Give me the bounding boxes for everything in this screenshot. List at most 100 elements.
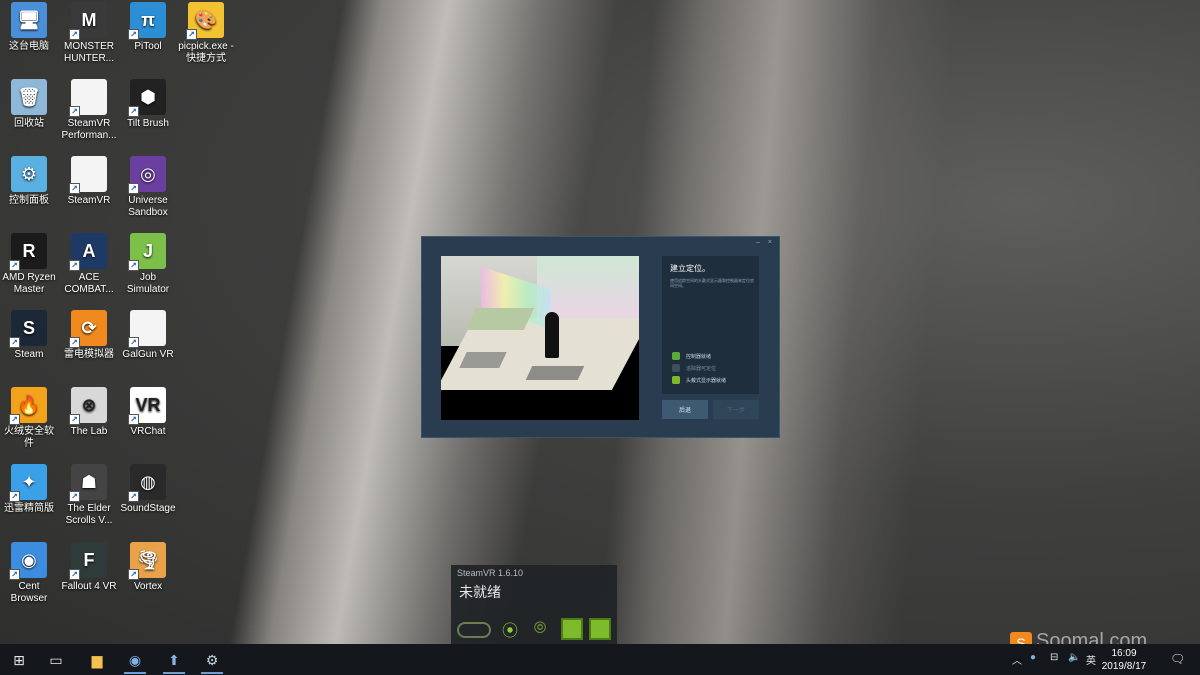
desktop-shortcut[interactable]: F ↗ Fallout 4 VR bbox=[61, 542, 117, 593]
shortcut-arrow-icon: ↗ bbox=[9, 337, 20, 348]
cent-browser-icon: ◉ ↗ bbox=[9, 542, 47, 580]
desktop-shortcut-label: 回收站 bbox=[14, 118, 44, 129]
universe-sandbox-icon: ◎ ↗ bbox=[128, 156, 166, 194]
desktop-shortcut[interactable]: VR ↗ VRChat bbox=[120, 387, 176, 438]
shortcut-arrow-icon: ↗ bbox=[69, 569, 80, 580]
file-explorer-icon[interactable]: ▆ bbox=[86, 649, 108, 671]
shortcut-arrow-icon: ↗ bbox=[128, 183, 139, 194]
desktop-shortcut-label: Vortex bbox=[133, 581, 163, 592]
desktop-shortcut[interactable]: ◍ ↗ SoundStage bbox=[120, 464, 176, 515]
job-simulator-icon: J ↗ bbox=[128, 233, 166, 271]
desktop-shortcut[interactable]: ⊗ ↗ The Lab bbox=[61, 387, 117, 438]
desktop-shortcut[interactable]: ☗ ↗ The Elder Scrolls V... bbox=[61, 464, 117, 527]
step-label: 追踪器可定位 bbox=[686, 365, 717, 372]
huorong-icon: 🔥 ↗ bbox=[9, 387, 47, 425]
pitool-icon: π ↗ bbox=[128, 2, 166, 40]
shortcut-arrow-icon: ↗ bbox=[9, 414, 20, 425]
desktop-shortcut-label: 这台电脑 bbox=[9, 41, 49, 52]
desktop-shortcut-label: SteamVR bbox=[67, 195, 111, 206]
file-icon: ↗ bbox=[69, 79, 107, 117]
step-tracker: 追踪器可定位 bbox=[672, 364, 716, 372]
headset-icon[interactable] bbox=[457, 622, 491, 638]
window-controls[interactable]: – × bbox=[756, 239, 775, 246]
desktop-shortcut[interactable]: 🖥 这台电脑 bbox=[1, 2, 57, 53]
desktop-shortcut[interactable]: 🌪 ↗ Vortex bbox=[120, 542, 176, 593]
desktop-shortcut[interactable]: ✦ ↗ 迅雷精简版 bbox=[1, 464, 57, 515]
desktop-shortcut-label: Universe Sandbox bbox=[128, 195, 168, 218]
base-station-icon[interactable] bbox=[589, 618, 611, 640]
shortcut-arrow-icon: ↗ bbox=[186, 29, 197, 40]
recycle-bin-icon: 🗑 bbox=[11, 79, 47, 115]
steamvr-icon[interactable]: ◉ bbox=[124, 649, 146, 671]
next-button[interactable]: 下一步 bbox=[713, 400, 759, 419]
desktop-shortcut[interactable]: ↗ SteamVR Performan... bbox=[61, 79, 117, 142]
desktop-shortcut-label: 雷电模拟器 bbox=[64, 349, 114, 360]
desktop-shortcut[interactable]: ↗ GalGun VR bbox=[120, 310, 176, 361]
steamvr-status-window[interactable]: SteamVR 1.6.10 未就绪 ⦿ ⦾ bbox=[451, 565, 617, 645]
desktop-shortcut-label: Steam bbox=[14, 349, 44, 360]
vortex-icon: 🌪 ↗ bbox=[128, 542, 166, 580]
desktop-shortcut-label: PiTool bbox=[134, 41, 162, 52]
task-view-icon[interactable]: ▭ bbox=[45, 649, 67, 671]
active-indicator bbox=[163, 672, 185, 674]
tray-expand-icon[interactable]: ︿ bbox=[1012, 652, 1022, 667]
tilt-brush-icon: ⬢ ↗ bbox=[128, 79, 166, 117]
shortcut-arrow-icon: ↗ bbox=[69, 491, 80, 502]
start-icon[interactable]: ⊞ bbox=[8, 649, 30, 671]
desktop-shortcut-label: 控制面板 bbox=[9, 195, 49, 206]
desktop-shortcut-label: AMD Ryzen Master bbox=[2, 272, 56, 295]
file-icon: ↗ bbox=[128, 310, 166, 348]
steam-tray-icon[interactable]: ● bbox=[1030, 652, 1036, 663]
shortcut-arrow-icon: ↗ bbox=[128, 260, 139, 271]
step-label: 控制器就绪 bbox=[686, 353, 712, 360]
controller-icon[interactable]: ⦾ bbox=[529, 618, 551, 640]
desktop-shortcut[interactable]: ⬢ ↗ Tilt Brush bbox=[120, 79, 176, 130]
shortcut-arrow-icon: ↗ bbox=[128, 414, 139, 425]
shortcut-arrow-icon: ↗ bbox=[9, 260, 20, 271]
notification-icon[interactable]: 🗨 bbox=[1170, 652, 1185, 666]
base-station-icon[interactable] bbox=[561, 618, 583, 640]
controller-icon bbox=[672, 352, 680, 360]
control-panel-icon: ⚙ bbox=[11, 156, 47, 192]
desktop-shortcut[interactable]: ⟳ ↗ 雷电模拟器 bbox=[61, 310, 117, 361]
active-indicator bbox=[201, 672, 223, 674]
volume-icon[interactable]: 🔈 bbox=[1068, 652, 1080, 663]
desktop-shortcut[interactable]: S ↗ Steam bbox=[1, 310, 57, 361]
desktop-shortcut[interactable]: 🔥 ↗ 火绒安全软件 bbox=[1, 387, 57, 450]
steamvr-title: SteamVR 1.6.10 bbox=[457, 568, 524, 578]
desktop-shortcut-label: MONSTER HUNTER... bbox=[64, 41, 114, 64]
network-icon[interactable]: ⊟ bbox=[1050, 652, 1058, 663]
clock[interactable]: 16:09 2019/8/17 bbox=[1094, 647, 1154, 673]
desktop-shortcut[interactable]: 🗑 回收站 bbox=[1, 79, 57, 130]
desktop-shortcut[interactable]: A ↗ ACE COMBAT... bbox=[61, 233, 117, 296]
back-button[interactable]: 后退 bbox=[662, 400, 708, 419]
desktop-shortcut[interactable]: ◎ ↗ Universe Sandbox bbox=[120, 156, 176, 219]
the-lab-icon: ⊗ ↗ bbox=[69, 387, 107, 425]
xunlei-icon: ✦ ↗ bbox=[9, 464, 47, 502]
desktop-shortcut[interactable]: ↗ SteamVR bbox=[61, 156, 117, 207]
desktop-shortcut-label: picpick.exe - 快捷方式 bbox=[178, 41, 234, 64]
table-shape bbox=[525, 366, 585, 380]
steam-icon[interactable]: ⚙ bbox=[201, 649, 223, 671]
controller-icon[interactable]: ⦿ bbox=[499, 618, 521, 640]
desktop-shortcut[interactable]: J ↗ Job Simulator bbox=[120, 233, 176, 296]
setup-panel: 建立定位。 使用追踪空间的头戴式显示器和控制器来定位房间空间。 控制器就绪 追踪… bbox=[662, 256, 759, 394]
desktop-shortcut[interactable]: M ↗ MONSTER HUNTER... bbox=[61, 2, 117, 65]
shortcut-arrow-icon: ↗ bbox=[128, 569, 139, 580]
shortcut-arrow-icon: ↗ bbox=[9, 491, 20, 502]
desktop-shortcut[interactable]: π ↗ PiTool bbox=[120, 2, 176, 53]
steamvr-app-icon[interactable]: ⬆ bbox=[163, 649, 185, 671]
shortcut-arrow-icon: ↗ bbox=[69, 106, 80, 117]
desktop-shortcut[interactable]: 🎨 ↗ picpick.exe - 快捷方式 bbox=[178, 2, 234, 65]
desktop-shortcut[interactable]: ⚙ 控制面板 bbox=[1, 156, 57, 207]
this-pc-icon: 🖥 bbox=[11, 2, 47, 38]
clock-date: 2019/8/17 bbox=[1101, 661, 1147, 672]
desktop-shortcut[interactable]: R ↗ AMD Ryzen Master bbox=[1, 233, 57, 296]
steam-icon: S ↗ bbox=[9, 310, 47, 348]
shortcut-arrow-icon: ↗ bbox=[128, 337, 139, 348]
desktop-shortcut-label: ACE COMBAT... bbox=[64, 272, 114, 295]
room-illustration bbox=[441, 256, 639, 420]
bed-shape bbox=[465, 308, 535, 330]
desktop-shortcut[interactable]: ◉ ↗ Cent Browser bbox=[1, 542, 57, 605]
setup-title: 建立定位。 bbox=[670, 264, 710, 273]
